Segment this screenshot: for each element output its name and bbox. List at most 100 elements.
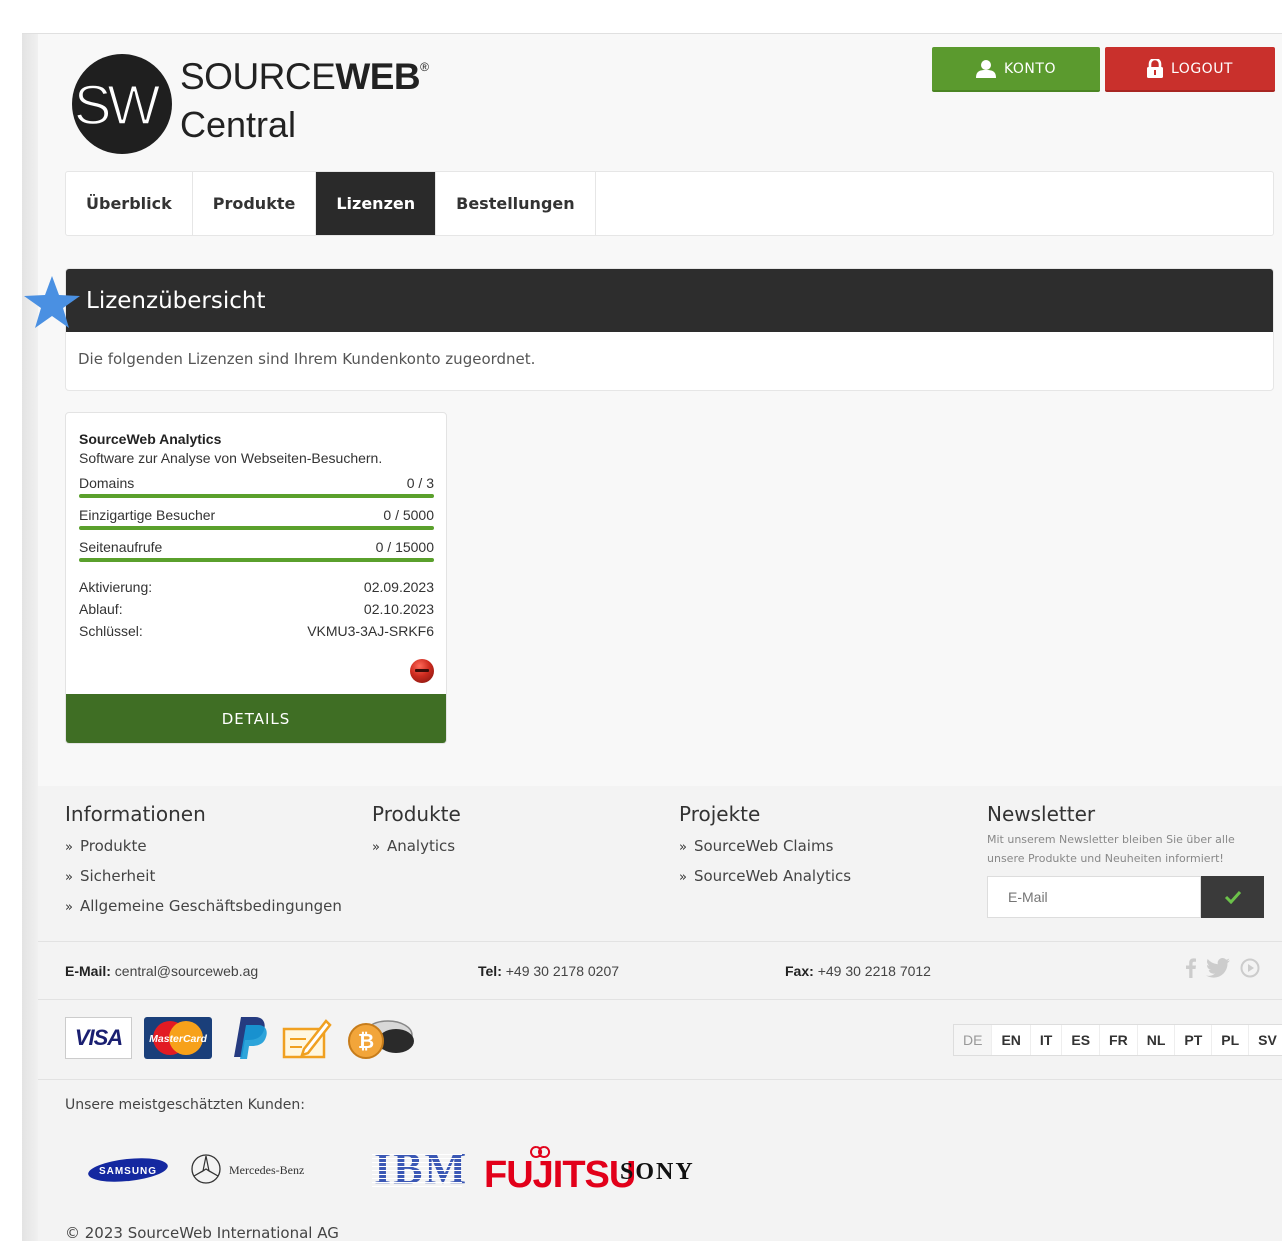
meta-key: Schlüssel: VKMU3-3AJ-SRKF6 [79,620,434,642]
newsletter-title: Newsletter [987,802,1096,826]
license-overview-panel: Lizenzübersicht Die folgenden Lizenzen s… [65,268,1274,391]
language-fr[interactable]: FR [1100,1025,1138,1055]
stat-value: 0 / 5000 [383,507,434,523]
stat-value: 0 / 3 [406,475,434,491]
contact-phone: Tel: +49 30 2178 0207 [478,963,619,979]
chevron-right-icon: » [679,840,687,855]
left-edge-strip [22,34,38,1241]
facebook-icon[interactable] [1186,958,1196,978]
visa-logo: VISA [65,1017,132,1059]
language-es[interactable]: ES [1062,1025,1101,1055]
tab-licenses[interactable]: Lizenzen [316,172,437,235]
footer-link-label: SourceWeb Claims [693,837,834,855]
newsletter-submit-button[interactable] [1201,876,1264,918]
footer-link-label: Allgemeine Geschäftsbedingungen [79,897,342,915]
mastercard-logo: MasterCard [144,1017,212,1059]
payment-methods: VISA MasterCard ₿ [65,1015,416,1061]
footer-products-title: Produkte [372,802,461,826]
sony-logo: SONY [620,1159,695,1185]
language-pt[interactable]: PT [1175,1025,1213,1055]
fujitsu-logo: FUJITSU [484,1146,636,1196]
newsletter-form [987,876,1264,918]
account-button[interactable]: KONTO [932,47,1100,92]
svg-text:SAMSUNG: SAMSUNG [99,1166,157,1177]
chevron-right-icon: » [65,900,73,915]
sourceweb-logo[interactable]: SW SOURCEWEB® Central [72,54,429,154]
youtube-icon[interactable] [1240,958,1260,978]
ibm-logo: IBM [372,1144,466,1193]
contact-phone-value: +49 30 2178 0207 [505,963,620,979]
tab-products[interactable]: Produkte [193,172,317,235]
cheque-icon [282,1019,332,1059]
logout-button-label: LOGOUT [1171,60,1233,77]
star-icon [24,276,80,328]
tab-orders[interactable]: Bestellungen [436,172,596,235]
footer-link[interactable]: » Produkte [65,832,342,862]
social-links [1186,958,1260,978]
newsletter-email-input[interactable] [987,876,1201,918]
license-card: SourceWeb Analytics Software zur Analyse… [65,412,447,744]
checkmark-icon [1224,890,1241,904]
contact-fax-label: Fax: [785,963,814,979]
language-de[interactable]: DE [954,1025,993,1055]
contact-email: E-Mail: central@sourceweb.ag [65,963,258,979]
bitcoin-coins-icon: ₿ [348,1020,414,1059]
language-nl[interactable]: NL [1138,1025,1176,1055]
language-switcher: DE EN IT ES FR NL PT PL SV [953,1024,1282,1056]
paypal-icon [234,1017,267,1059]
footer-divider [38,941,1282,942]
logo-sw-mark: SW [74,74,165,134]
contact-phone-label: Tel: [478,963,502,979]
logo-title-part1: SOURCE [180,56,336,97]
usage-bar [79,558,434,562]
account-button-label: KONTO [1004,60,1056,77]
svg-text:Mercedes-Benz: Mercedes-Benz [229,1163,304,1177]
customers-title: Unsere meistgeschätzten Kunden: [65,1097,305,1113]
footer-link-label: Analytics [386,837,456,855]
footer-link[interactable]: » SourceWeb Analytics [679,862,851,892]
contact-email-label: E-Mail: [65,963,111,979]
stat-label: Domains [79,475,135,491]
meta-value: 02.10.2023 [363,601,434,617]
footer-info-title: Informationen [65,802,206,826]
footer-link-label: Sicherheit [79,867,156,885]
footer-link[interactable]: » Analytics [372,832,461,862]
footer-link[interactable]: » Allgemeine Geschäftsbedingungen [65,892,342,922]
logo-title: SOURCEWEB® [180,56,429,98]
svg-text:SONY: SONY [620,1159,695,1185]
panel-description: Die folgenden Lizenzen sind Ihrem Kunden… [78,350,536,368]
language-it[interactable]: IT [1031,1025,1063,1055]
license-name: SourceWeb Analytics [79,431,222,447]
chevron-right-icon: » [372,840,380,855]
stat-value: 0 / 15000 [375,539,434,555]
contact-fax: Fax: +49 30 2218 7012 [785,963,931,979]
footer-link[interactable]: » Sicherheit [65,862,342,892]
footer-projects-title: Projekte [679,802,761,826]
language-pl[interactable]: PL [1212,1025,1250,1055]
footer: Informationen » Produkte » Sicherheit » All… [38,786,1282,1241]
footer-link[interactable]: » SourceWeb Claims [679,832,851,862]
footer-divider [38,1079,1282,1080]
svg-text:FUJITSU: FUJITSU [484,1154,635,1196]
logout-button[interactable]: LOGOUT [1105,47,1275,92]
contact-email-value[interactable]: central@sourceweb.ag [115,963,258,979]
tab-overview[interactable]: Überblick [66,172,193,235]
twitter-icon[interactable] [1206,958,1230,978]
contact-fax-value: +49 30 2218 7012 [817,963,931,979]
details-button[interactable]: DETAILS [66,694,446,743]
stat-unique-visitors: Einzigartige Besucher 0 / 5000 [79,507,434,530]
usage-bar [79,526,434,530]
meta-activation: Aktivierung: 02.09.2023 [79,576,434,598]
stat-label: Einzigartige Besucher [79,507,216,523]
user-icon [976,59,996,78]
logo-registered-mark: ® [420,60,429,74]
footer-divider [38,999,1282,1000]
status-inactive-icon [410,659,434,683]
language-en[interactable]: EN [992,1025,1031,1055]
footer-newsletter-column: Newsletter Mit unserem Newsletter bleibe… [987,802,1267,918]
language-sv[interactable]: SV [1249,1025,1282,1055]
meta-label: Schlüssel: [79,623,143,639]
logo-subtitle: Central [180,104,297,145]
meta-value: VKMU3-3AJ-SRKF6 [307,623,434,639]
newsletter-text: Mit unserem Newsletter bleiben Sie über … [987,833,1235,865]
